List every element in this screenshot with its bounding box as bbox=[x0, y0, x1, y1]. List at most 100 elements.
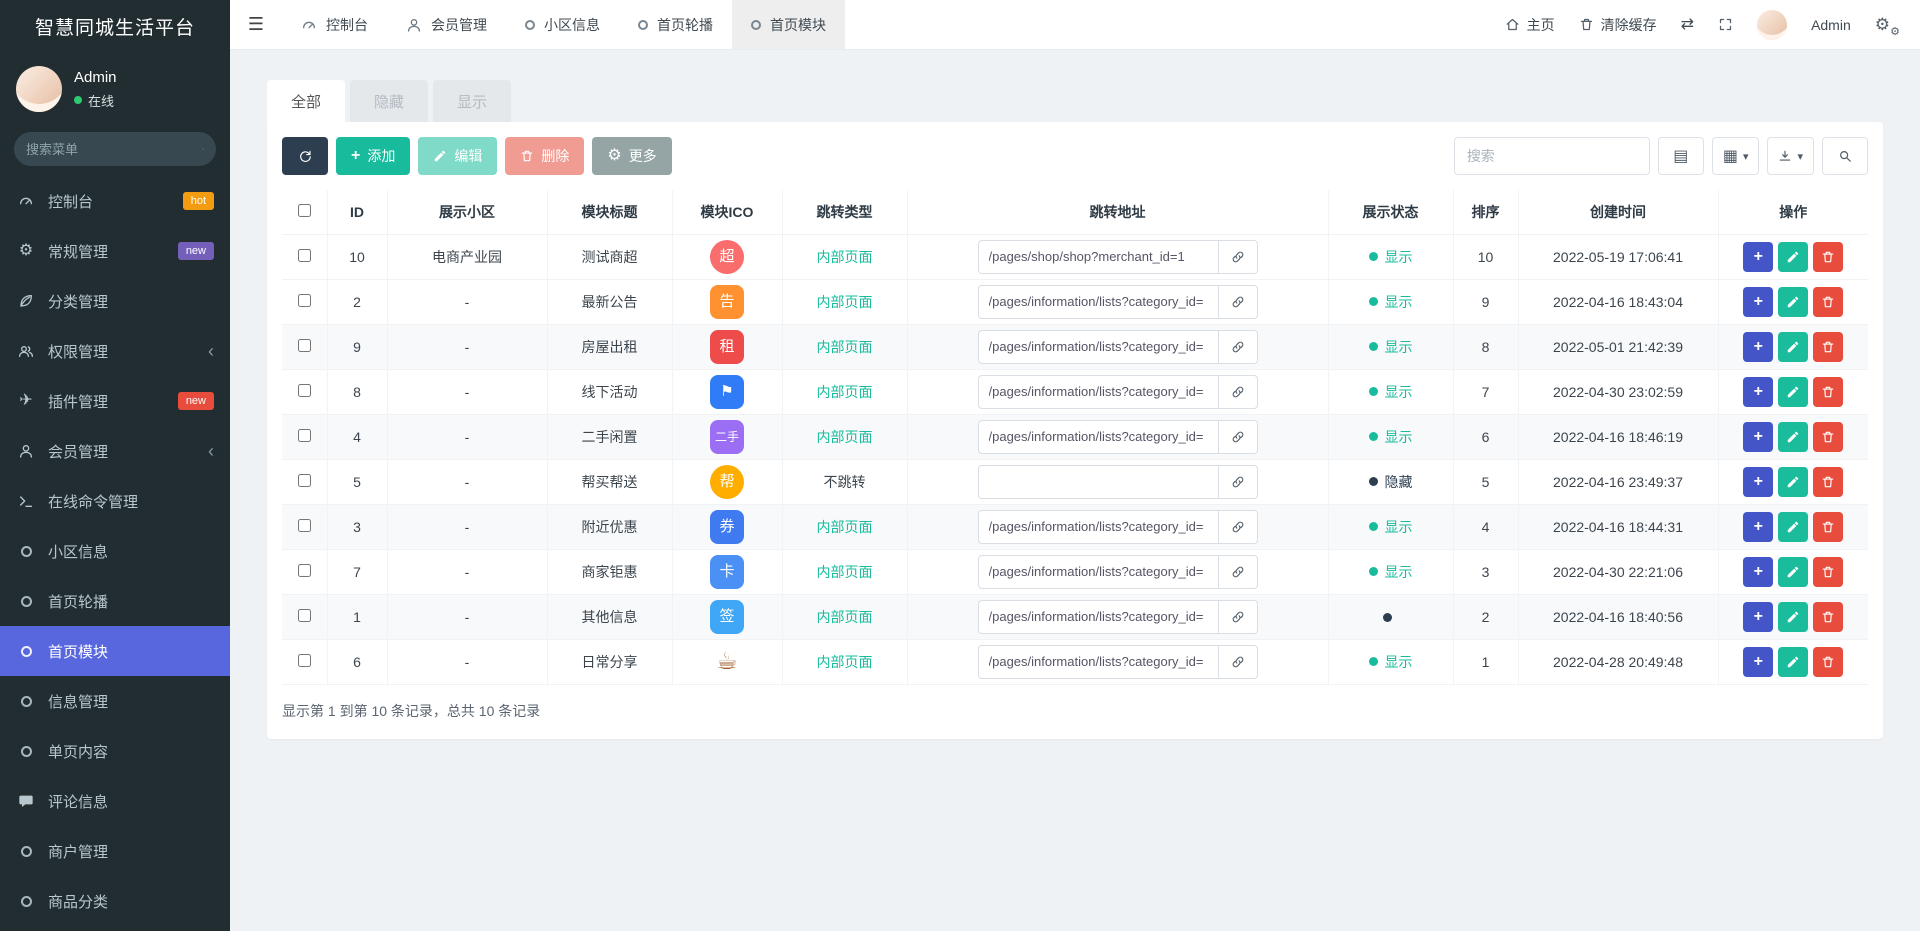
edit-row-button[interactable] bbox=[1778, 241, 1809, 272]
edit-row-button[interactable] bbox=[1778, 511, 1809, 542]
link-button[interactable] bbox=[1217, 419, 1258, 454]
sidebar-item-members[interactable]: 会员管理 ‹ bbox=[0, 426, 230, 476]
sidebar-item-info-manage[interactable]: 信息管理 bbox=[0, 676, 230, 726]
jump-url-input[interactable] bbox=[977, 374, 1218, 409]
menu-search-input[interactable] bbox=[26, 141, 202, 157]
delete-row-button[interactable] bbox=[1813, 331, 1844, 362]
list-view-button[interactable]: ▤ bbox=[1657, 137, 1704, 175]
row-checkbox[interactable] bbox=[297, 653, 311, 667]
move-button[interactable]: + bbox=[1743, 646, 1774, 677]
move-button[interactable]: + bbox=[1743, 376, 1774, 407]
edit-row-button[interactable] bbox=[1778, 601, 1809, 632]
jump-url-input[interactable] bbox=[977, 509, 1218, 544]
row-checkbox[interactable] bbox=[297, 293, 311, 307]
jump-url-input[interactable] bbox=[977, 284, 1218, 319]
link-button[interactable] bbox=[1217, 644, 1258, 679]
delete-row-button[interactable] bbox=[1813, 556, 1844, 587]
row-checkbox[interactable] bbox=[297, 608, 311, 622]
delete-row-button[interactable] bbox=[1813, 601, 1844, 632]
filter-tab-hidden[interactable]: 隐藏 bbox=[350, 80, 429, 122]
move-button[interactable]: + bbox=[1743, 241, 1774, 272]
move-button[interactable]: + bbox=[1743, 331, 1774, 362]
sidebar-item-home-modules[interactable]: 首页模块 bbox=[0, 626, 230, 676]
hamburger-menu-icon[interactable]: ☰ bbox=[230, 14, 282, 35]
delete-row-button[interactable] bbox=[1813, 646, 1844, 677]
jump-url-input[interactable] bbox=[977, 554, 1218, 589]
clear-cache-link[interactable]: 清除缓存 bbox=[1579, 15, 1657, 35]
tab-home-carousel[interactable]: 首页轮播 bbox=[619, 0, 732, 49]
delete-row-button[interactable] bbox=[1813, 511, 1844, 542]
sidebar-item-commands[interactable]: 在线命令管理 bbox=[0, 476, 230, 526]
move-button[interactable]: + bbox=[1743, 286, 1774, 317]
tab-dashboard[interactable]: 控制台 bbox=[282, 0, 387, 49]
columns-dropdown-button[interactable]: ▦ ▾ bbox=[1711, 137, 1760, 175]
more-button[interactable]: ⚙ 更多 bbox=[592, 137, 672, 175]
move-button[interactable]: + bbox=[1743, 556, 1774, 587]
delete-button[interactable]: 删除 bbox=[505, 137, 585, 175]
sidebar-item-home-carousel[interactable]: 首页轮播 bbox=[0, 576, 230, 626]
delete-row-button[interactable] bbox=[1813, 376, 1844, 407]
jump-url-input[interactable] bbox=[977, 644, 1218, 679]
edit-row-button[interactable] bbox=[1778, 286, 1809, 317]
table-search-input[interactable] bbox=[1453, 137, 1650, 175]
topbar-username[interactable]: Admin bbox=[1811, 17, 1851, 33]
sidebar-item-community-info[interactable]: 小区信息 bbox=[0, 526, 230, 576]
row-checkbox[interactable] bbox=[297, 428, 311, 442]
sidebar-item-general[interactable]: ⚙ 常规管理 new bbox=[0, 226, 230, 276]
home-link[interactable]: 主页 bbox=[1505, 15, 1555, 35]
delete-row-button[interactable] bbox=[1813, 421, 1844, 452]
edit-row-button[interactable] bbox=[1778, 331, 1809, 362]
refresh-button[interactable] bbox=[282, 137, 328, 175]
tab-home-modules[interactable]: 首页模块 bbox=[732, 0, 845, 49]
link-button[interactable] bbox=[1217, 374, 1258, 409]
row-checkbox[interactable] bbox=[297, 473, 311, 487]
sidebar-item-dashboard[interactable]: 控制台 hot bbox=[0, 176, 230, 226]
edit-row-button[interactable] bbox=[1778, 556, 1809, 587]
sidebar-item-category[interactable]: 分类管理 bbox=[0, 276, 230, 326]
row-checkbox[interactable] bbox=[297, 383, 311, 397]
sidebar-item-merchants[interactable]: 商户管理 bbox=[0, 826, 230, 876]
language-toggle[interactable]: ⇄ bbox=[1681, 16, 1694, 33]
link-button[interactable] bbox=[1217, 329, 1258, 364]
link-button[interactable] bbox=[1217, 599, 1258, 634]
move-button[interactable]: + bbox=[1743, 601, 1774, 632]
delete-row-button[interactable] bbox=[1813, 241, 1844, 272]
sidebar-item-product-category[interactable]: 商品分类 bbox=[0, 876, 230, 926]
settings-gears-icon[interactable]: ⚙ ⚙ bbox=[1875, 15, 1900, 38]
jump-url-input[interactable] bbox=[977, 419, 1218, 454]
move-button[interactable]: + bbox=[1743, 466, 1774, 497]
tab-community-info[interactable]: 小区信息 bbox=[506, 0, 619, 49]
edit-row-button[interactable] bbox=[1778, 466, 1809, 497]
move-button[interactable]: + bbox=[1743, 511, 1774, 542]
export-dropdown-button[interactable]: ▾ bbox=[1767, 137, 1814, 175]
fullscreen-button[interactable] bbox=[1718, 17, 1733, 32]
jump-url-input[interactable] bbox=[977, 329, 1218, 364]
link-button[interactable] bbox=[1217, 284, 1258, 319]
select-all-checkbox[interactable] bbox=[297, 203, 311, 217]
row-checkbox[interactable] bbox=[297, 248, 311, 262]
sidebar-item-single-page[interactable]: 单页内容 bbox=[0, 726, 230, 776]
jump-url-input[interactable] bbox=[977, 464, 1218, 499]
toggle-search-button[interactable] bbox=[1822, 137, 1868, 175]
edit-row-button[interactable] bbox=[1778, 376, 1809, 407]
link-button[interactable] bbox=[1217, 239, 1258, 274]
sidebar-item-comments[interactable]: 评论信息 bbox=[0, 776, 230, 826]
sidebar-item-plugins[interactable]: ✈ 插件管理 new bbox=[0, 376, 230, 426]
row-checkbox[interactable] bbox=[297, 563, 311, 577]
sidebar-item-permissions[interactable]: 权限管理 ‹ bbox=[0, 326, 230, 376]
tab-members[interactable]: 会员管理 bbox=[387, 0, 506, 49]
edit-row-button[interactable] bbox=[1778, 421, 1809, 452]
row-checkbox[interactable] bbox=[297, 518, 311, 532]
filter-tab-all[interactable]: 全部 bbox=[267, 80, 346, 122]
edit-button[interactable]: 编辑 bbox=[418, 137, 498, 175]
jump-url-input[interactable] bbox=[977, 599, 1218, 634]
add-button[interactable]: + 添加 bbox=[336, 137, 411, 175]
jump-url-input[interactable] bbox=[977, 239, 1218, 274]
link-button[interactable] bbox=[1217, 554, 1258, 589]
link-button[interactable] bbox=[1217, 509, 1258, 544]
delete-row-button[interactable] bbox=[1813, 466, 1844, 497]
delete-row-button[interactable] bbox=[1813, 286, 1844, 317]
topbar-avatar[interactable] bbox=[1757, 9, 1788, 40]
row-checkbox[interactable] bbox=[297, 338, 311, 352]
filter-tab-shown[interactable]: 显示 bbox=[433, 80, 512, 122]
